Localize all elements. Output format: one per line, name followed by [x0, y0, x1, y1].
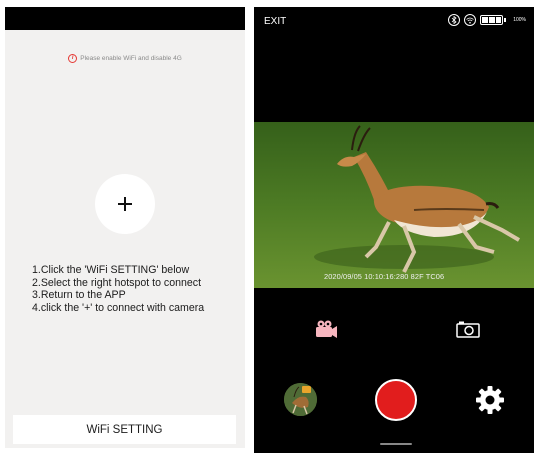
camera-icon: [456, 321, 480, 338]
instruction-step: 4.click the '+' to connect with camera: [32, 301, 205, 314]
left-screen: i Please enable WiFi and disable 4G 1.Cli…: [5, 7, 245, 448]
gazelle-photo: [254, 122, 534, 288]
photo-mode-button[interactable]: [456, 320, 480, 343]
instruction-step: 1.Click the 'WiFi SETTING' below: [32, 264, 190, 276]
gallery-thumbnail-image: [284, 383, 317, 416]
camera-preview-image: 2020/09/05 10:10:16:280 82F TC06: [254, 122, 534, 288]
right-screen: EXIT 100% 2020/09/05 10:10:16:280 82F TC…: [254, 7, 534, 453]
gallery-badge: [302, 386, 311, 393]
wifi-icon: [464, 14, 477, 26]
wifi-warning: i Please enable WiFi and disable 4G: [5, 54, 245, 64]
photo-timestamp: 2020/09/05 10:10:16:280 82F TC06: [324, 272, 445, 281]
status-icons: 100%: [448, 14, 526, 26]
record-button[interactable]: [375, 379, 417, 421]
instruction-step: 2.Select the right hotspot to connect: [32, 276, 202, 289]
info-icon: i: [68, 54, 78, 63]
battery-percent: 100%: [513, 17, 526, 23]
status-bar: [5, 7, 245, 30]
instruction-step: 3.Return to the APP: [32, 289, 126, 302]
plus-icon: [118, 197, 132, 211]
home-indicator[interactable]: [380, 443, 412, 445]
video-mode-button[interactable]: [314, 319, 338, 344]
wifi-setting-button[interactable]: WiFi SETTING: [13, 415, 236, 444]
add-camera-button[interactable]: [95, 174, 155, 234]
video-camera-icon: [316, 320, 337, 338]
gallery-thumbnail[interactable]: [284, 383, 317, 416]
wifi-warning-text: Please enable WiFi and disable 4G: [80, 55, 182, 63]
exit-button[interactable]: EXIT: [264, 16, 286, 27]
gear-icon: [476, 386, 504, 414]
battery-icon: [480, 15, 507, 25]
instruction-list: 1.Click the 'WiFi SETTING' below 2.Selec…: [32, 264, 204, 314]
settings-button[interactable]: [475, 385, 505, 420]
bluetooth-icon: [448, 14, 461, 26]
